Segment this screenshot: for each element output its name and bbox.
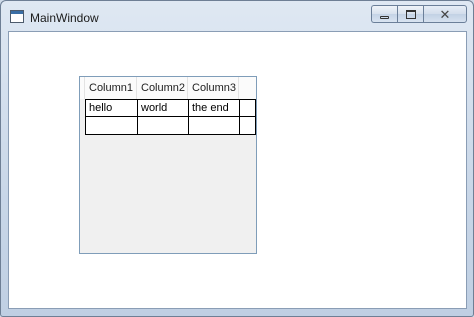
maximize-button[interactable]: [397, 5, 423, 23]
grid-cell[interactable]: [85, 117, 137, 135]
grid-cell[interactable]: [239, 99, 256, 117]
minimize-icon: [380, 15, 389, 19]
window-title: MainWindow: [30, 11, 99, 25]
maximize-icon: [405, 9, 416, 19]
grid-cell[interactable]: the end: [188, 99, 239, 117]
client-area: Column1 Column2 Column3 hello world the …: [8, 31, 467, 309]
data-grid[interactable]: Column1 Column2 Column3 hello world the …: [79, 76, 257, 254]
column-header-2[interactable]: Column2: [137, 77, 188, 99]
grid-cell[interactable]: world: [137, 99, 188, 117]
title-bar[interactable]: MainWindow ✕: [1, 1, 473, 35]
close-icon: ✕: [439, 6, 451, 22]
column-header-1[interactable]: Column1: [85, 77, 137, 99]
table-row[interactable]: hello world the end: [85, 99, 256, 117]
grid-rows: hello world the end: [85, 99, 256, 135]
column-header-filler: [239, 77, 256, 99]
close-button[interactable]: ✕: [423, 5, 467, 23]
caption-buttons: ✕: [371, 5, 467, 24]
main-window: MainWindow ✕ Column1 Column2 Column3 hel…: [0, 0, 474, 317]
new-item-row[interactable]: [85, 117, 256, 135]
grid-header: Column1 Column2 Column3: [80, 77, 256, 99]
column-header-3[interactable]: Column3: [188, 77, 239, 99]
grid-cell[interactable]: hello: [85, 99, 137, 117]
minimize-button[interactable]: [371, 5, 397, 23]
grid-cell[interactable]: [239, 117, 256, 135]
window-app-icon[interactable]: [10, 10, 24, 23]
grid-cell[interactable]: [188, 117, 239, 135]
grid-cell[interactable]: [137, 117, 188, 135]
